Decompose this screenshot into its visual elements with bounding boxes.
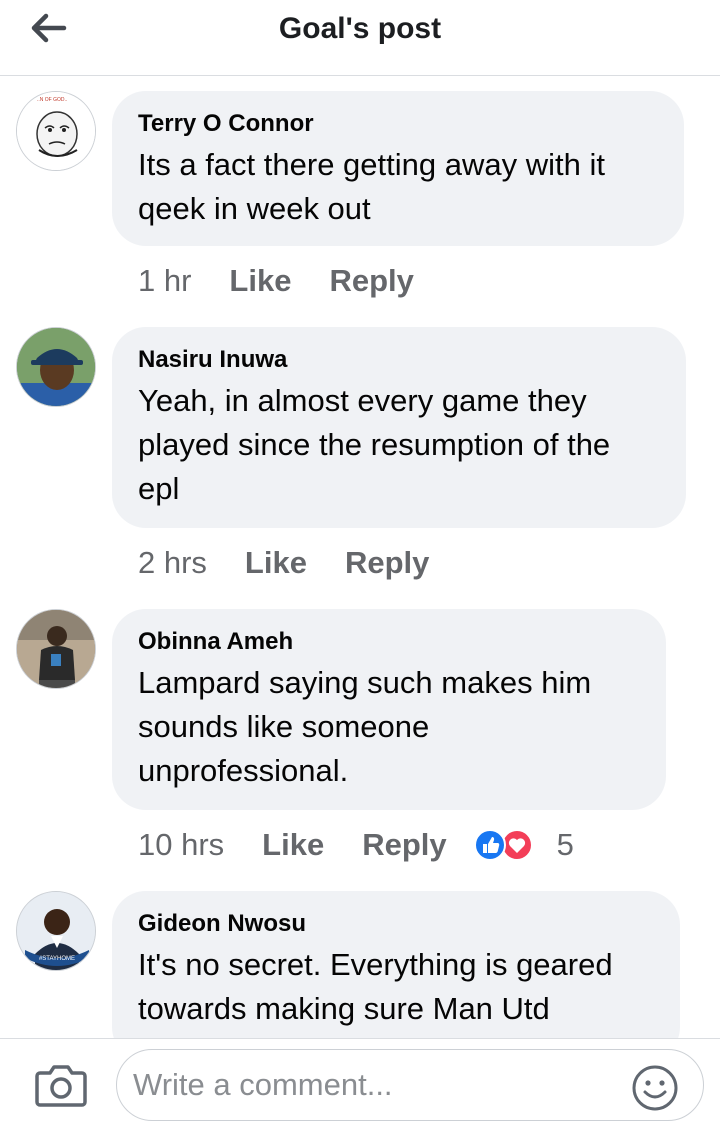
comment-composer (0, 1038, 720, 1129)
camera-button[interactable] (34, 1061, 88, 1109)
comment-author[interactable]: Gideon Nwosu (138, 909, 654, 939)
comment-bubble: Obinna Ameh Lampard saying such makes hi… (112, 609, 666, 810)
comment-bubble: Terry O Connor Its a fact there getting … (112, 91, 684, 246)
comment-text: Yeah, in almost every game they played s… (138, 379, 660, 511)
comment-bubble: Gideon Nwosu It's no secret. Everything … (112, 891, 680, 1038)
comment-bubble: Nasiru Inuwa Yeah, in almost every game … (112, 327, 686, 528)
emoji-button[interactable] (630, 1063, 680, 1113)
comment-text-line: Lampard saying such makes him (138, 665, 592, 700)
comment-text: Its a fact there getting away with it qe… (138, 143, 658, 231)
camera-icon (35, 1065, 87, 1107)
comment-timestamp[interactable]: 1 hr (138, 263, 191, 299)
comment-list: ..N OF GOD.. Terry O Connor Its a fact t… (0, 77, 720, 1038)
comment-actions: 1 hr Like Reply (138, 263, 440, 299)
avatar-badge: #STAYHOME (39, 956, 75, 962)
smiley-icon (632, 1065, 678, 1111)
svg-text:..N OF GOD..: ..N OF GOD.. (37, 97, 67, 103)
avatar[interactable] (16, 609, 96, 689)
page-title: Goal's post (278, 12, 442, 45)
comment-text-line: unprofessional. (138, 753, 349, 788)
comment-timestamp[interactable]: 10 hrs (138, 827, 224, 863)
love-reaction-icon (500, 829, 533, 861)
reaction-icons (473, 829, 533, 861)
comment-text-line: Yeah, in almost every game they (138, 383, 587, 418)
profile-photo-image (17, 610, 95, 688)
comment-text-line: towards making sure Man Utd (138, 991, 550, 1026)
header-bar: Goal's post (0, 0, 720, 76)
reply-button[interactable]: Reply (329, 263, 413, 299)
comment-author[interactable]: Nasiru Inuwa (138, 345, 660, 375)
comment-input[interactable] (116, 1049, 704, 1121)
comment-timestamp[interactable]: 2 hrs (138, 545, 207, 581)
profile-photo-image: #STAYHOME (17, 892, 95, 970)
reactions-summary[interactable]: 5 (473, 827, 574, 863)
avatar[interactable]: ..N OF GOD.. (16, 91, 96, 171)
comment-text-line: epl (138, 471, 180, 506)
meme-face-avatar-image: ..N OF GOD.. (17, 92, 95, 170)
like-button[interactable]: Like (262, 827, 324, 863)
like-button[interactable]: Like (229, 263, 291, 299)
reaction-count: 5 (556, 827, 574, 862)
reply-button[interactable]: Reply (362, 827, 446, 863)
comment-text-line: It's no secret. Everything is geared (138, 947, 613, 982)
reply-button[interactable]: Reply (345, 545, 429, 581)
comment-actions: 2 hrs Like Reply (138, 545, 455, 581)
comment-text-line: sounds like someone (138, 709, 430, 744)
comment-text-line: qeek in week out (138, 191, 371, 226)
avatar[interactable] (16, 327, 96, 407)
profile-photo-image (17, 328, 95, 406)
avatar[interactable]: #STAYHOME (16, 891, 96, 971)
comment-actions: 10 hrs Like Reply 5 (138, 827, 574, 863)
comment-text: It's no secret. Everything is geared tow… (138, 943, 654, 1031)
like-reaction-icon (473, 829, 506, 861)
comment-author[interactable]: Obinna Ameh (138, 627, 640, 657)
comment-text-line: Its a fact there getting away with it (138, 147, 605, 182)
comment-text: Lampard saying such makes him sounds lik… (138, 661, 640, 793)
comment-author[interactable]: Terry O Connor (138, 109, 658, 139)
like-button[interactable]: Like (245, 545, 307, 581)
comment-text-line: played since the resumption of the (138, 427, 611, 462)
